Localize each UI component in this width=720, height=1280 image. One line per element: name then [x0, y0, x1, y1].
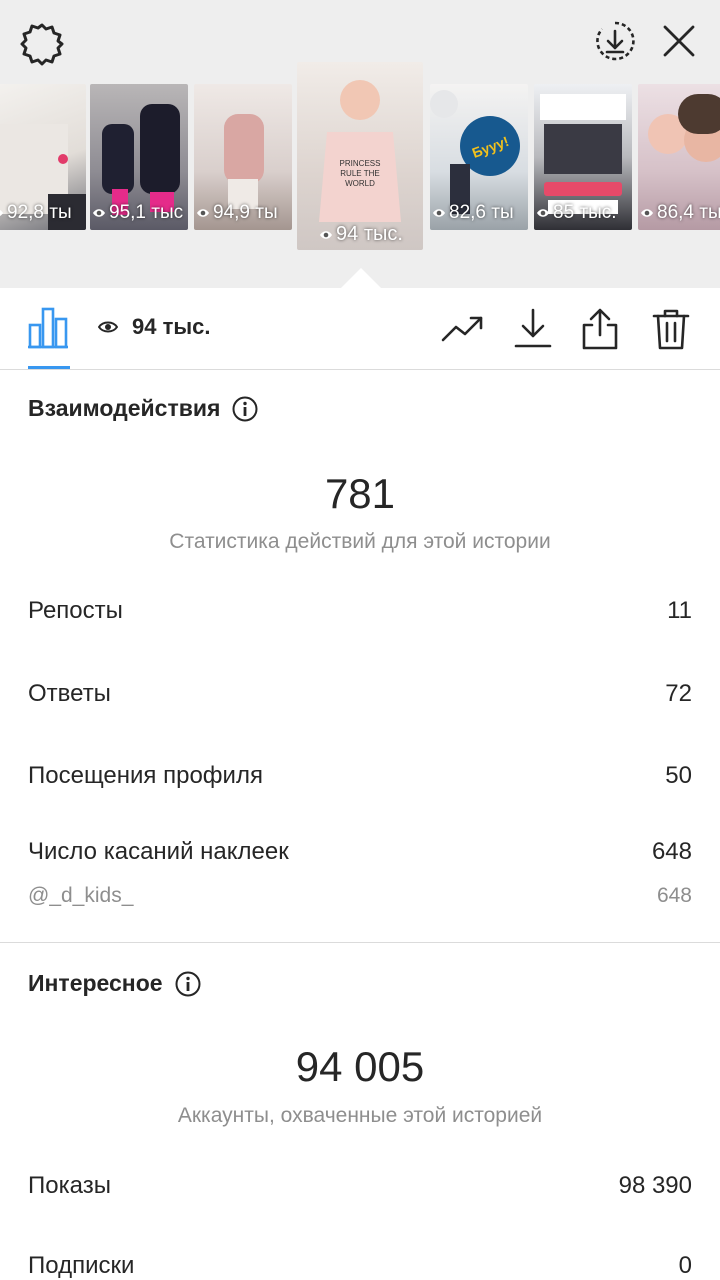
- story-views: 86,4 ты: [638, 202, 720, 224]
- settings-gear-icon[interactable]: [18, 20, 66, 68]
- stat-value: 11: [667, 597, 692, 624]
- story-views: 82,6 ты: [430, 202, 528, 224]
- story-thumbnail[interactable]: 95,1 тыс: [90, 84, 188, 230]
- eye-icon: [433, 209, 445, 217]
- stat-label: Репосты: [28, 597, 123, 624]
- story-thumbnail[interactable]: 94,9 ты: [194, 84, 292, 230]
- stat-row-follows: Подписки 0: [28, 1252, 692, 1280]
- reach-subtitle: Аккаунты, охваченные этой историей: [177, 1104, 543, 1127]
- interactions-subtitle: Статистика действий для этой истории: [169, 530, 551, 553]
- story-tray: 92,8 ты 95,1 тыс 94,9 ты PRINCESS RULE T…: [0, 0, 720, 288]
- story-thumbnail[interactable]: Бууу! 82,6 ты: [430, 84, 528, 230]
- section-title: Интересное: [28, 970, 163, 996]
- eye-icon: [197, 209, 209, 217]
- sticker-mention-value: 648: [656, 884, 692, 907]
- selected-caret: [341, 268, 381, 288]
- active-tab-indicator: [28, 366, 70, 369]
- shirt-print-text: RULE THE: [340, 169, 379, 178]
- stat-value: 50: [665, 762, 692, 789]
- share-icon[interactable]: [577, 306, 623, 352]
- shirt-print-text: PRINCESS: [340, 159, 381, 168]
- story-thumbnail[interactable]: 85 тыс.: [534, 84, 632, 230]
- stat-value: 98 390: [618, 1172, 692, 1199]
- reach-total: 94 005: [295, 1043, 425, 1090]
- info-icon[interactable]: [232, 396, 258, 422]
- stat-label: Показы: [28, 1172, 111, 1199]
- story-thumbnail[interactable]: 86,4 ты: [638, 84, 720, 230]
- download-icon[interactable]: [510, 306, 556, 352]
- total-views-value: 94 тыс.: [132, 314, 211, 339]
- stat-row-replies: Ответы 72: [28, 680, 692, 708]
- stat-value: 648: [651, 838, 692, 865]
- story-views: 94,9 ты: [194, 202, 292, 224]
- close-icon[interactable]: [656, 18, 702, 64]
- interactions-header: Взаимодействия: [28, 395, 258, 422]
- story-views: 92,8 ты: [0, 202, 86, 224]
- eye-icon: [641, 209, 653, 217]
- interactions-total: 781: [324, 470, 396, 517]
- sticker-mention-label: @_d_kids_: [28, 884, 134, 907]
- stat-value: 72: [665, 680, 692, 707]
- section-divider: [0, 942, 720, 943]
- stat-row-profile-visits: Посещения профиля 50: [28, 762, 692, 790]
- story-thumbnail-selected[interactable]: PRINCESS RULE THE WORLD 94 тыс.: [297, 62, 423, 250]
- story-views: 94 тыс.: [297, 223, 423, 246]
- insights-toolbar: 94 тыс.: [0, 288, 720, 370]
- insights-bar-chart-icon[interactable]: [26, 304, 70, 350]
- story-thumbnail[interactable]: 92,8 ты: [0, 84, 86, 230]
- stat-label: Ответы: [28, 680, 111, 707]
- delete-trash-icon[interactable]: [648, 306, 694, 352]
- shirt-print-text: WORLD: [345, 179, 375, 188]
- stat-label: Подписки: [28, 1252, 135, 1279]
- stat-row-reposts: Репосты 11: [28, 597, 692, 625]
- stat-row-sticker-taps: Число касаний наклеек 648: [28, 838, 692, 866]
- story-views: 85 тыс.: [534, 202, 632, 224]
- stat-label: Число касаний наклеек: [28, 838, 289, 865]
- section-title: Взаимодействия: [28, 395, 221, 421]
- total-views: 94 тыс.: [98, 314, 211, 340]
- story-preview-image: PRINCESS RULE THE WORLD: [319, 80, 401, 222]
- discovery-header: Интересное: [28, 970, 201, 997]
- stat-label: Посещения профиля: [28, 762, 263, 789]
- eye-icon: [98, 321, 118, 333]
- eye-icon: [537, 209, 549, 217]
- info-icon[interactable]: [175, 971, 201, 997]
- stat-value: 0: [678, 1252, 692, 1279]
- stat-row-sticker-mention[interactable]: @_d_kids_ 648: [28, 884, 692, 908]
- eye-icon: [0, 210, 3, 216]
- save-story-icon[interactable]: [592, 18, 638, 64]
- trending-icon[interactable]: [440, 306, 486, 352]
- story-views: 95,1 тыс: [90, 202, 188, 224]
- eye-icon: [320, 230, 333, 239]
- stat-row-impressions: Показы 98 390: [28, 1172, 692, 1200]
- eye-icon: [93, 209, 105, 217]
